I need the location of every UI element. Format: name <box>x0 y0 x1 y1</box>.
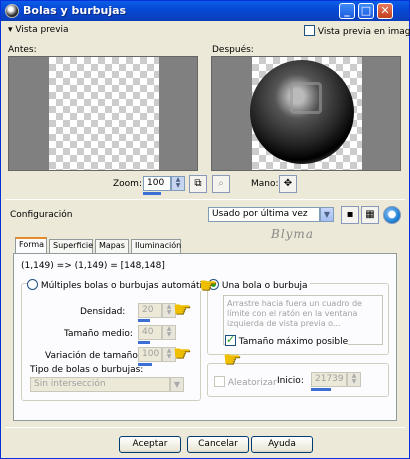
zoom-magnifier-icon[interactable]: ⌕ <box>212 175 230 193</box>
close-button[interactable]: ✕ <box>377 3 393 19</box>
watermark-text: Blyma <box>271 227 314 241</box>
before-preview[interactable] <box>8 56 198 171</box>
max-size-checkbox[interactable]: Tamaño máximo posible <box>225 333 349 347</box>
density-input[interactable]: 20 <box>138 303 162 318</box>
chevron-down-icon[interactable]: ▼ <box>320 207 334 222</box>
size-stepper[interactable]: ▲ ▼ <box>162 325 176 340</box>
after-label: Después: <box>212 45 254 55</box>
pointing-hand-icon: ☛ <box>199 273 217 297</box>
pointing-hand-icon: ☛ <box>173 297 191 321</box>
pointing-hand-icon: ☛ <box>173 341 191 365</box>
preview-toggle-label: Vista previa <box>15 25 69 35</box>
density-slider[interactable] <box>138 319 150 322</box>
configuration-label: Configuración <box>10 210 73 220</box>
variation-label: Variación de tamaño: <box>45 351 141 361</box>
zoom-fit-icon[interactable]: ⧉ <box>189 175 207 193</box>
seed-label: Inicio: <box>277 376 304 386</box>
help-button[interactable]: Ayuda <box>251 436 313 453</box>
ball-preview <box>250 60 354 164</box>
randomize-label: Aleatorizar <box>227 378 277 388</box>
window-title: Bolas y burbujas <box>23 4 127 17</box>
size-label: Tamaño medio: <box>64 329 133 339</box>
zoom-stepper[interactable]: ▲ ▼ <box>171 176 185 191</box>
before-label: Antes: <box>8 45 37 55</box>
coordinates-readout: (1,149) => (1,149) = [148,148] <box>21 261 165 271</box>
tab-iluminacion[interactable]: Iluminación <box>131 239 181 253</box>
triangle-down-icon: ▾ <box>8 25 13 35</box>
zoom-label: Zoom: <box>113 179 142 189</box>
transparency-checker <box>49 57 159 170</box>
title-bar[interactable]: Bolas y burbujas _ □ ✕ <box>1 1 409 21</box>
after-preview <box>211 56 401 171</box>
single-label: Una bola o burbuja <box>221 281 308 291</box>
image-preview-label: Vista previa en imagen <box>317 27 410 37</box>
ok-button[interactable]: Aceptar <box>119 436 181 453</box>
checkbox-box[interactable] <box>214 376 225 387</box>
seed-stepper[interactable]: ▲ ▼ <box>347 372 361 387</box>
size-slider[interactable] <box>138 341 150 344</box>
size-input[interactable]: 40 <box>138 325 162 340</box>
divider <box>5 199 405 200</box>
tab-mapas[interactable]: Mapas <box>95 239 129 253</box>
pan-move-icon[interactable]: ✥ <box>279 175 297 193</box>
reset-preset-icon[interactable]: ▦ <box>361 206 379 224</box>
dialog-window: Bolas y burbujas _ □ ✕ ▾ Vista previa Vi… <box>0 0 410 459</box>
maximize-button[interactable]: □ <box>358 3 374 19</box>
minimize-button[interactable]: _ <box>339 3 355 19</box>
image-preview-checkbox[interactable]: Vista previa en imagen <box>304 25 410 37</box>
zoom-input[interactable]: 100 <box>143 176 171 191</box>
preset-select[interactable]: Usado por última vez <box>208 207 320 222</box>
multiple-label: Múltiples bolas o burbujas automáticas <box>40 281 218 291</box>
tab-superficie[interactable]: Superficie <box>49 239 93 253</box>
options-icon[interactable]: ● <box>383 206 401 224</box>
pointing-hand-icon: ☛ <box>223 347 241 371</box>
seed-input[interactable]: 21739 <box>311 372 347 387</box>
hand-label: Mano: <box>251 179 279 189</box>
zoom-slider[interactable] <box>143 192 161 195</box>
max-size-label: Tamaño máximo posible <box>238 337 349 347</box>
tab-forma[interactable]: Forma <box>15 237 47 254</box>
divider <box>5 427 405 428</box>
randomize-checkbox[interactable]: Aleatorizar <box>214 376 277 388</box>
multiple-radio[interactable]: Múltiples bolas o burbujas automáticas <box>27 279 220 291</box>
variation-input[interactable]: 100 <box>138 347 162 362</box>
bubble-app-icon <box>5 4 19 18</box>
checkbox-box[interactable] <box>304 25 315 36</box>
type-label: Tipo de bolas o burbujas: <box>30 365 144 375</box>
single-radio[interactable]: Una bola o burbuja <box>208 279 310 291</box>
type-select[interactable]: Sin intersección <box>30 377 170 392</box>
save-preset-icon[interactable]: ▪ <box>341 206 359 224</box>
density-label: Densidad: <box>80 307 126 317</box>
radio-button[interactable] <box>27 279 38 290</box>
preview-toggle[interactable]: ▾ Vista previa <box>8 25 69 35</box>
cancel-button[interactable]: Cancelar <box>187 436 249 453</box>
seed-slider[interactable] <box>311 388 331 391</box>
chevron-down-icon[interactable]: ▼ <box>170 377 184 392</box>
checkbox-box[interactable] <box>225 333 236 346</box>
